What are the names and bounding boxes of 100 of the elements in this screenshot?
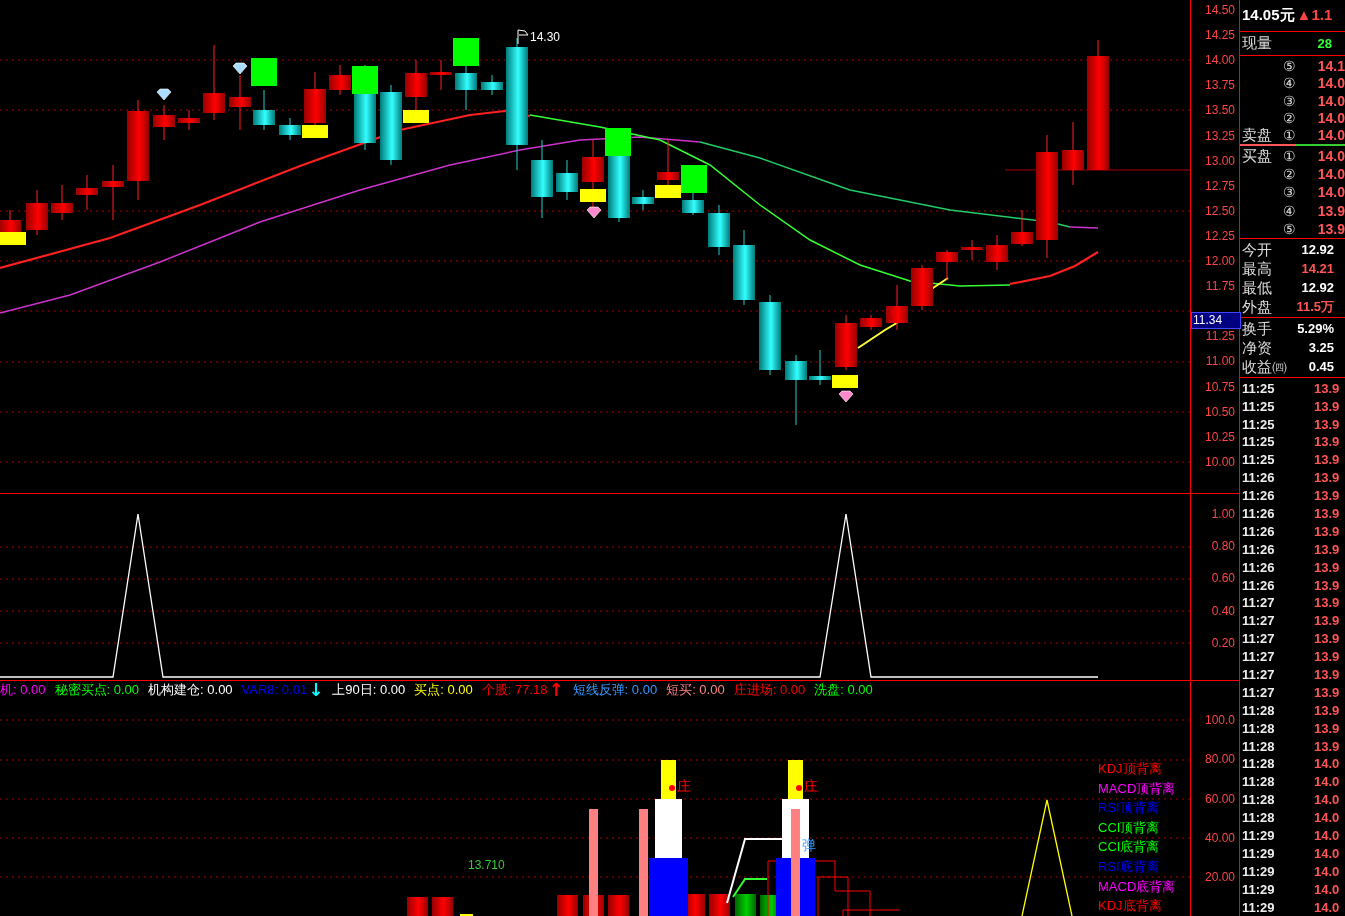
signal-block bbox=[453, 38, 479, 66]
indicator-value: 机: 0.00 bbox=[0, 682, 46, 698]
tick-time: 11:29 bbox=[1242, 899, 1276, 915]
price-label: 14.30 bbox=[530, 30, 561, 44]
order-price: 13.9 bbox=[1317, 221, 1345, 238]
axis-label: 11.00 bbox=[1205, 354, 1235, 369]
tick-time: 11:27 bbox=[1242, 684, 1276, 700]
price-change: ▲1.1 bbox=[1296, 5, 1333, 26]
candlestick bbox=[430, 59, 452, 91]
tick-time: 11:25 bbox=[1242, 398, 1276, 414]
tick-price: 13.9 bbox=[1314, 684, 1340, 700]
diamond-icon bbox=[232, 62, 248, 75]
current-price: 14.05元 bbox=[1242, 5, 1295, 26]
candlestick bbox=[911, 264, 933, 311]
tick-time: 11:27 bbox=[1242, 649, 1276, 665]
level-number: ④ bbox=[1281, 75, 1297, 92]
tick-price: 14.0 bbox=[1314, 792, 1340, 808]
divergence-label: RSI顶背离 bbox=[1098, 799, 1160, 818]
axis-label: 11.25 bbox=[1205, 329, 1235, 344]
signal-block bbox=[403, 110, 429, 123]
tick-time: 11:27 bbox=[1242, 613, 1276, 629]
field-value: 3.25 bbox=[1307, 339, 1334, 356]
price-tag: 11.34 bbox=[1191, 312, 1241, 329]
tick-time: 11:27 bbox=[1242, 631, 1276, 647]
level-number: ⑤ bbox=[1281, 58, 1297, 75]
tick-time: 11:28 bbox=[1242, 792, 1276, 808]
tick-time: 11:27 bbox=[1242, 666, 1276, 682]
axis-label: 0.40 bbox=[1211, 603, 1235, 618]
tick-price: 14.0 bbox=[1314, 899, 1340, 915]
field-value: 14.21 bbox=[1300, 260, 1334, 277]
candlestick bbox=[26, 189, 48, 236]
candlestick bbox=[76, 174, 98, 211]
field-label: 外盘 bbox=[1242, 298, 1273, 315]
tick-time: 11:26 bbox=[1242, 470, 1276, 486]
tick-time: 11:25 bbox=[1242, 452, 1276, 468]
candlestick bbox=[481, 74, 503, 96]
indicator-value: VAR8: 0.01 bbox=[241, 682, 308, 698]
candlestick bbox=[986, 234, 1008, 271]
tick-time: 11:26 bbox=[1242, 577, 1276, 593]
axis-label: 10.50 bbox=[1204, 404, 1235, 419]
field-label: 卖盘 bbox=[1242, 126, 1273, 143]
signal-block bbox=[580, 189, 606, 202]
tick-time: 11:25 bbox=[1242, 434, 1276, 450]
divergence-label: CCI顶背离 bbox=[1098, 818, 1161, 837]
field-label: 买盘 bbox=[1242, 147, 1273, 164]
level-number: ① bbox=[1281, 147, 1297, 164]
order-price: 13.9 bbox=[1317, 202, 1345, 219]
candlestick bbox=[835, 314, 857, 371]
axis-label: 1.00 bbox=[1211, 506, 1235, 521]
divergence-label: RSI底背离 bbox=[1098, 857, 1160, 876]
axis-label: 12.00 bbox=[1204, 254, 1235, 268]
tick-time: 11:26 bbox=[1242, 505, 1276, 521]
axis-label: 60.00 bbox=[1204, 791, 1235, 806]
tick-time: 11:28 bbox=[1242, 756, 1276, 772]
axis-label: 14.00 bbox=[1204, 53, 1235, 68]
tick-price: 14.0 bbox=[1314, 881, 1340, 897]
tick-price: 13.9 bbox=[1314, 452, 1340, 468]
indicator-value: 秘密买点: 0.00 bbox=[54, 682, 140, 698]
diamond-icon bbox=[156, 88, 172, 101]
divergence-label: CCI底背离 bbox=[1098, 838, 1161, 857]
axis-label: 0.20 bbox=[1211, 635, 1235, 650]
axis-label: 40.00 bbox=[1204, 830, 1235, 845]
axis-label: 14.25 bbox=[1204, 28, 1235, 43]
tick-price: 14.0 bbox=[1314, 845, 1340, 861]
field-label: 最低 bbox=[1242, 279, 1273, 296]
indicator-value: 买点: 0.00 bbox=[414, 682, 473, 698]
field-label: 换手 bbox=[1242, 320, 1273, 337]
indicator-value: 个股: 77.18 bbox=[481, 682, 548, 698]
axis-label: 13.25 bbox=[1204, 128, 1235, 143]
order-price: 14.0 bbox=[1317, 75, 1345, 92]
level-number: ④ bbox=[1281, 202, 1297, 219]
candlestick bbox=[886, 284, 908, 331]
diamond-icon bbox=[838, 390, 854, 403]
field-value: 11.5万 bbox=[1295, 298, 1334, 315]
axis-label: 13.75 bbox=[1204, 78, 1235, 93]
tick-time: 11:28 bbox=[1242, 810, 1276, 826]
tick-time: 11:29 bbox=[1242, 828, 1276, 843]
indicator-value: 洗盘: 0.00 bbox=[814, 682, 873, 698]
candlestick bbox=[708, 204, 730, 256]
candlestick bbox=[556, 159, 578, 201]
signal-block bbox=[251, 58, 277, 86]
order-price: 14.0 bbox=[1317, 109, 1345, 126]
candlestick bbox=[860, 314, 882, 331]
axis-label: 12.75 bbox=[1204, 178, 1235, 193]
order-price: 14.0 bbox=[1317, 147, 1345, 164]
tick-time: 11:26 bbox=[1242, 488, 1276, 504]
axis-label: 0.80 bbox=[1211, 539, 1235, 553]
axis-label: 14.50 bbox=[1204, 3, 1235, 17]
axis-label: 11.75 bbox=[1205, 279, 1235, 294]
tick-price: 13.9 bbox=[1314, 523, 1340, 539]
tick-price: 13.9 bbox=[1314, 488, 1340, 504]
tick-price: 14.0 bbox=[1314, 810, 1340, 826]
field-label: 现量 bbox=[1242, 33, 1273, 53]
tick-price: 14.0 bbox=[1314, 774, 1340, 790]
axis-label: 10.25 bbox=[1204, 429, 1235, 444]
indicator-value: 庄进场: 0.00 bbox=[733, 682, 806, 698]
tick-price: 13.9 bbox=[1314, 738, 1340, 754]
tick-price: 13.9 bbox=[1314, 631, 1340, 647]
field-label: 最高 bbox=[1242, 260, 1273, 277]
candlestick bbox=[279, 117, 301, 141]
